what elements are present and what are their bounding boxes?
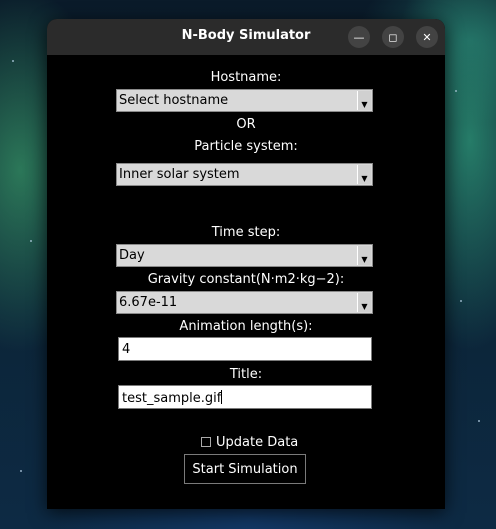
particle-system-label: Particle system: [194, 139, 298, 154]
update-data-checkbox[interactable]: Update Data [201, 433, 298, 451]
hostname-select[interactable]: Select hostname ▼ [116, 89, 373, 112]
maximize-icon: ◻ [388, 30, 398, 44]
chevron-down-icon[interactable]: ▼ [357, 165, 371, 184]
title-value: test_sample.gif [122, 391, 222, 406]
close-icon: ✕ [422, 30, 432, 44]
gravity-constant-select[interactable]: 6.67e-11 ▼ [116, 291, 373, 314]
time-step-label: Time step: [211, 225, 281, 240]
chevron-down-icon[interactable]: ▼ [357, 293, 371, 312]
chevron-down-icon[interactable]: ▼ [357, 246, 371, 265]
gravity-constant-value: 6.67e-11 [119, 295, 178, 310]
app-window: N-Body Simulator — ◻ ✕ Hostname: Select … [47, 19, 445, 509]
title-input[interactable]: test_sample.gif [118, 385, 372, 409]
time-step-value: Day [119, 248, 145, 263]
particle-system-value: Inner solar system [119, 167, 240, 182]
close-button[interactable]: ✕ [416, 26, 438, 48]
hostname-label: Hostname: [210, 70, 282, 85]
gravity-constant-label: Gravity constant(N·m2·kg−2): [147, 272, 345, 287]
time-step-select[interactable]: Day ▼ [116, 244, 373, 267]
title-label: Title: [229, 367, 263, 382]
text-cursor [221, 390, 223, 404]
particle-system-select[interactable]: Inner solar system ▼ [116, 163, 373, 186]
animation-length-value: 4 [122, 342, 131, 357]
form-content: Hostname: Select hostname ▼ OR Particle … [47, 55, 445, 509]
or-label: OR [236, 117, 256, 132]
update-data-label: Update Data [216, 434, 299, 450]
hostname-value: Select hostname [119, 93, 229, 108]
maximize-button[interactable]: ◻ [382, 26, 404, 48]
chevron-down-icon[interactable]: ▼ [357, 91, 371, 110]
checkbox-icon[interactable] [201, 437, 211, 447]
animation-length-input[interactable]: 4 [118, 337, 372, 361]
title-bar[interactable]: N-Body Simulator — ◻ ✕ [47, 19, 445, 55]
animation-length-label: Animation length(s): [179, 319, 313, 334]
start-simulation-button[interactable]: Start Simulation [184, 454, 306, 484]
minimize-button[interactable]: — [348, 26, 370, 48]
minimize-icon: — [353, 30, 365, 44]
